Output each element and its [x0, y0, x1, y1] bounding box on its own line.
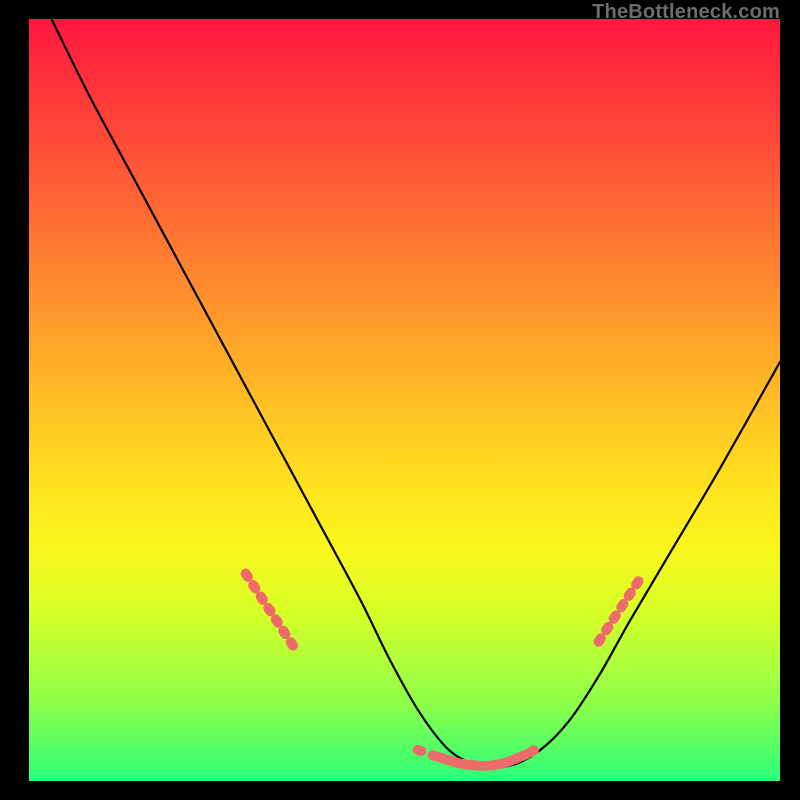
curve-marker	[411, 743, 428, 757]
watermark-text: TheBottleneck.com	[592, 1, 780, 24]
bottleneck-curve	[52, 19, 780, 768]
marker-group-left	[239, 567, 300, 653]
chart-frame: TheBottleneck.com	[0, 0, 800, 800]
curve-svg-layer	[29, 19, 780, 781]
marker-group-right	[592, 574, 646, 648]
marker-group-bottom	[411, 743, 540, 771]
